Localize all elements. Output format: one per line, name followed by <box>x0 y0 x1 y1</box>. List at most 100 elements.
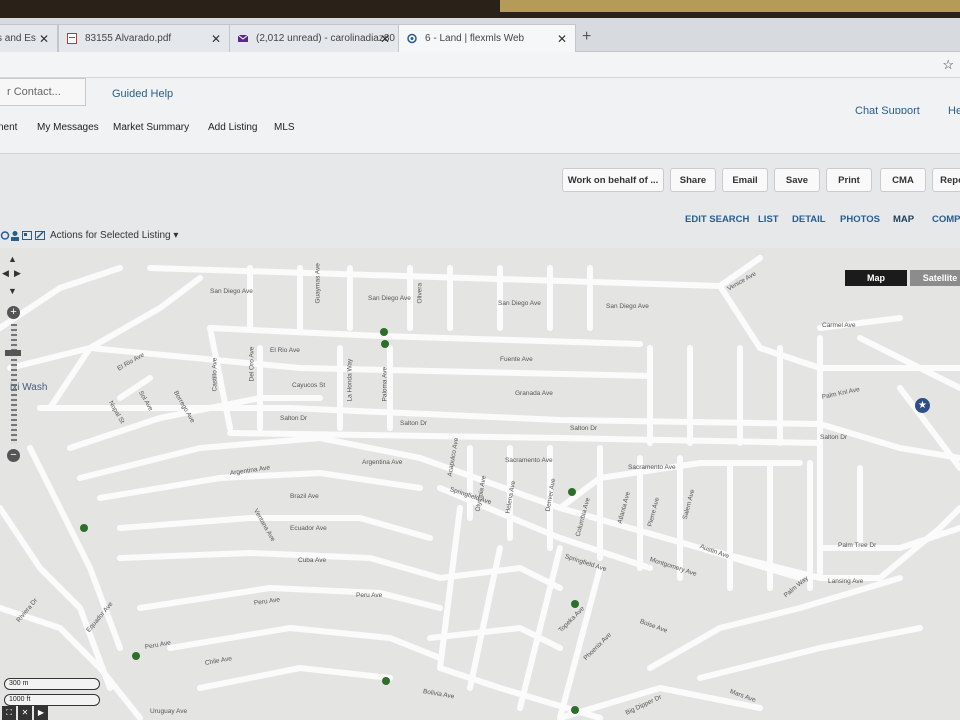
print-button[interactable]: Print <box>826 168 872 192</box>
next-icon[interactable]: ▶ <box>34 706 48 720</box>
street-label: Brazil Ave <box>290 493 319 500</box>
street-label: Uruguay Ave <box>150 708 188 715</box>
new-tab-button[interactable]: + <box>582 28 591 46</box>
scale-bar-imperial: 1000 ft <box>4 694 100 706</box>
nav-item-messages[interactable]: My Messages <box>37 122 99 133</box>
tab-edit-search[interactable]: EDIT SEARCH <box>685 214 749 225</box>
bezel-strip <box>500 0 960 12</box>
tab-detail[interactable]: DETAIL <box>792 214 826 225</box>
actions-menu[interactable]: Actions for Selected Listing ▾ <box>50 230 178 241</box>
subject-property-star-icon[interactable]: ★ <box>915 398 930 413</box>
close-icon[interactable]: ✕ <box>211 32 221 46</box>
street-label: San Diego Ave <box>210 288 253 295</box>
tab-title: s and Es <box>0 33 36 44</box>
share-button[interactable]: Share <box>670 168 716 192</box>
listing-pin[interactable] <box>571 706 579 714</box>
actions-bar: Actions for Selected Listing ▾ <box>0 226 960 248</box>
listing-pin[interactable] <box>382 677 390 685</box>
poi-label: ixi Wash <box>10 382 48 393</box>
street-label: San Diego Ave <box>606 303 649 310</box>
nav-item-add-listing[interactable]: Add Listing <box>208 122 257 133</box>
guided-help-link[interactable]: Guided Help <box>112 88 173 100</box>
street-label: Sacramento Ave <box>505 457 553 464</box>
listing-map[interactable]: San Diego Ave San Diego Ave San Diego Av… <box>0 248 960 720</box>
contact-icon[interactable] <box>10 230 20 241</box>
listing-pin[interactable] <box>80 524 88 532</box>
street-label: Fuente Ave <box>500 356 533 363</box>
zoom-out-button[interactable]: − <box>7 449 20 462</box>
street-label: Olivera <box>416 282 424 304</box>
street-label: San Diego Ave <box>498 300 541 307</box>
fullscreen-icon[interactable]: ⛶ <box>2 706 16 720</box>
pan-up-icon[interactable]: ▲ <box>8 254 17 264</box>
listing-pin[interactable] <box>568 488 576 496</box>
street-label: Salton Dr <box>570 425 598 432</box>
street-label: Argentina Ave <box>362 459 403 466</box>
listing-pin[interactable] <box>132 652 140 660</box>
tab-list[interactable]: LIST <box>758 214 779 225</box>
chevron-down-icon: ▾ <box>173 230 179 241</box>
street-label: El Rio Ave <box>270 347 300 354</box>
card-icon[interactable] <box>22 230 32 241</box>
map-type-satellite-button[interactable]: Satellite <box>910 270 960 286</box>
zoom-in-button[interactable]: + <box>7 306 20 319</box>
street-label: Castillo Ave <box>211 357 219 392</box>
address-row: ☆ <box>0 52 960 78</box>
tab-strip: s and Es ✕ 83155 Alvarado.pdf ✕ (2,012 u… <box>0 18 960 52</box>
street-label: Ecuador Ave <box>290 525 327 532</box>
main-nav: nent My Messages Market Summary Add List… <box>0 114 960 154</box>
tab-2[interactable]: 83155 Alvarado.pdf ✕ <box>58 24 230 52</box>
street-label: Carmel Ave <box>822 322 856 329</box>
tab-3[interactable]: (2,012 unread) - carolinadiaz80 ✕ <box>229 24 399 52</box>
edit-icon[interactable] <box>35 230 45 241</box>
tab-title: 83155 Alvarado.pdf <box>85 33 172 44</box>
nav-item-market-summary[interactable]: Market Summary <box>113 122 189 133</box>
close-icon[interactable]: ✕ <box>39 32 49 46</box>
tab-title: (2,012 unread) - carolinadiaz80 <box>256 33 395 44</box>
street-label: Guaymas Ave <box>314 263 322 304</box>
browser-screen: s and Es ✕ 83155 Alvarado.pdf ✕ (2,012 u… <box>0 18 960 720</box>
street-label: Cayucos St <box>292 382 326 389</box>
street-label: Salton Dr <box>400 420 428 427</box>
save-button[interactable]: Save <box>774 168 820 192</box>
listing-pin[interactable] <box>381 340 389 348</box>
close-icon[interactable]: ✕ <box>557 32 567 46</box>
pdf-icon <box>67 33 77 44</box>
tab-photos[interactable]: PHOTOS <box>840 214 880 225</box>
draw-tool-icon[interactable]: ✕ <box>18 706 32 720</box>
refresh-icon[interactable] <box>0 230 10 241</box>
email-button[interactable]: Email <box>722 168 768 192</box>
contact-search-input[interactable]: r Contact... <box>0 78 86 106</box>
tab-compare[interactable]: COMPA <box>932 214 960 225</box>
zoom-slider-knob[interactable] <box>5 350 21 356</box>
tab-4[interactable]: 6 - Land | flexmls Web ✕ <box>398 24 576 52</box>
street-label: Palm Tree Dr <box>838 542 877 549</box>
street-label: Lansing Ave <box>828 578 864 585</box>
bookmark-star-icon[interactable]: ☆ <box>942 57 954 73</box>
nav-item[interactable]: nent <box>0 122 17 133</box>
tab-1[interactable]: s and Es ✕ <box>0 24 58 52</box>
pan-down-icon[interactable]: ▼ <box>8 286 17 296</box>
listing-pin[interactable] <box>571 600 579 608</box>
mail-icon <box>238 34 248 42</box>
cma-button[interactable]: CMA <box>880 168 926 192</box>
pan-left-icon[interactable]: ◀ <box>2 268 9 279</box>
scale-bar-metric: 300 m <box>4 678 100 690</box>
tab-title: 6 - Land | flexmls Web <box>425 33 525 44</box>
street-label: Paloma Ave <box>381 366 389 402</box>
street-label: La Honda Way <box>346 358 354 402</box>
street-label: Sacramento Ave <box>628 464 676 471</box>
close-icon[interactable]: ✕ <box>380 32 390 46</box>
pan-right-icon[interactable]: ▶ <box>14 268 21 279</box>
listing-pin[interactable] <box>380 328 388 336</box>
street-label: Peru Ave <box>356 592 383 599</box>
street-label: Salton Dr <box>280 415 308 422</box>
map-type-map-button[interactable]: Map <box>845 270 907 286</box>
street-label: Granada Ave <box>515 390 553 397</box>
work-on-behalf-button[interactable]: Work on behalf of ... <box>562 168 664 192</box>
street-label: Del Oro Ave <box>248 346 256 382</box>
report-button[interactable]: Repo <box>932 168 960 192</box>
nav-item-mls[interactable]: MLS <box>274 122 295 133</box>
actions-label: Actions for Selected Listing <box>50 230 171 241</box>
street-label: San Diego Ave <box>368 295 411 302</box>
